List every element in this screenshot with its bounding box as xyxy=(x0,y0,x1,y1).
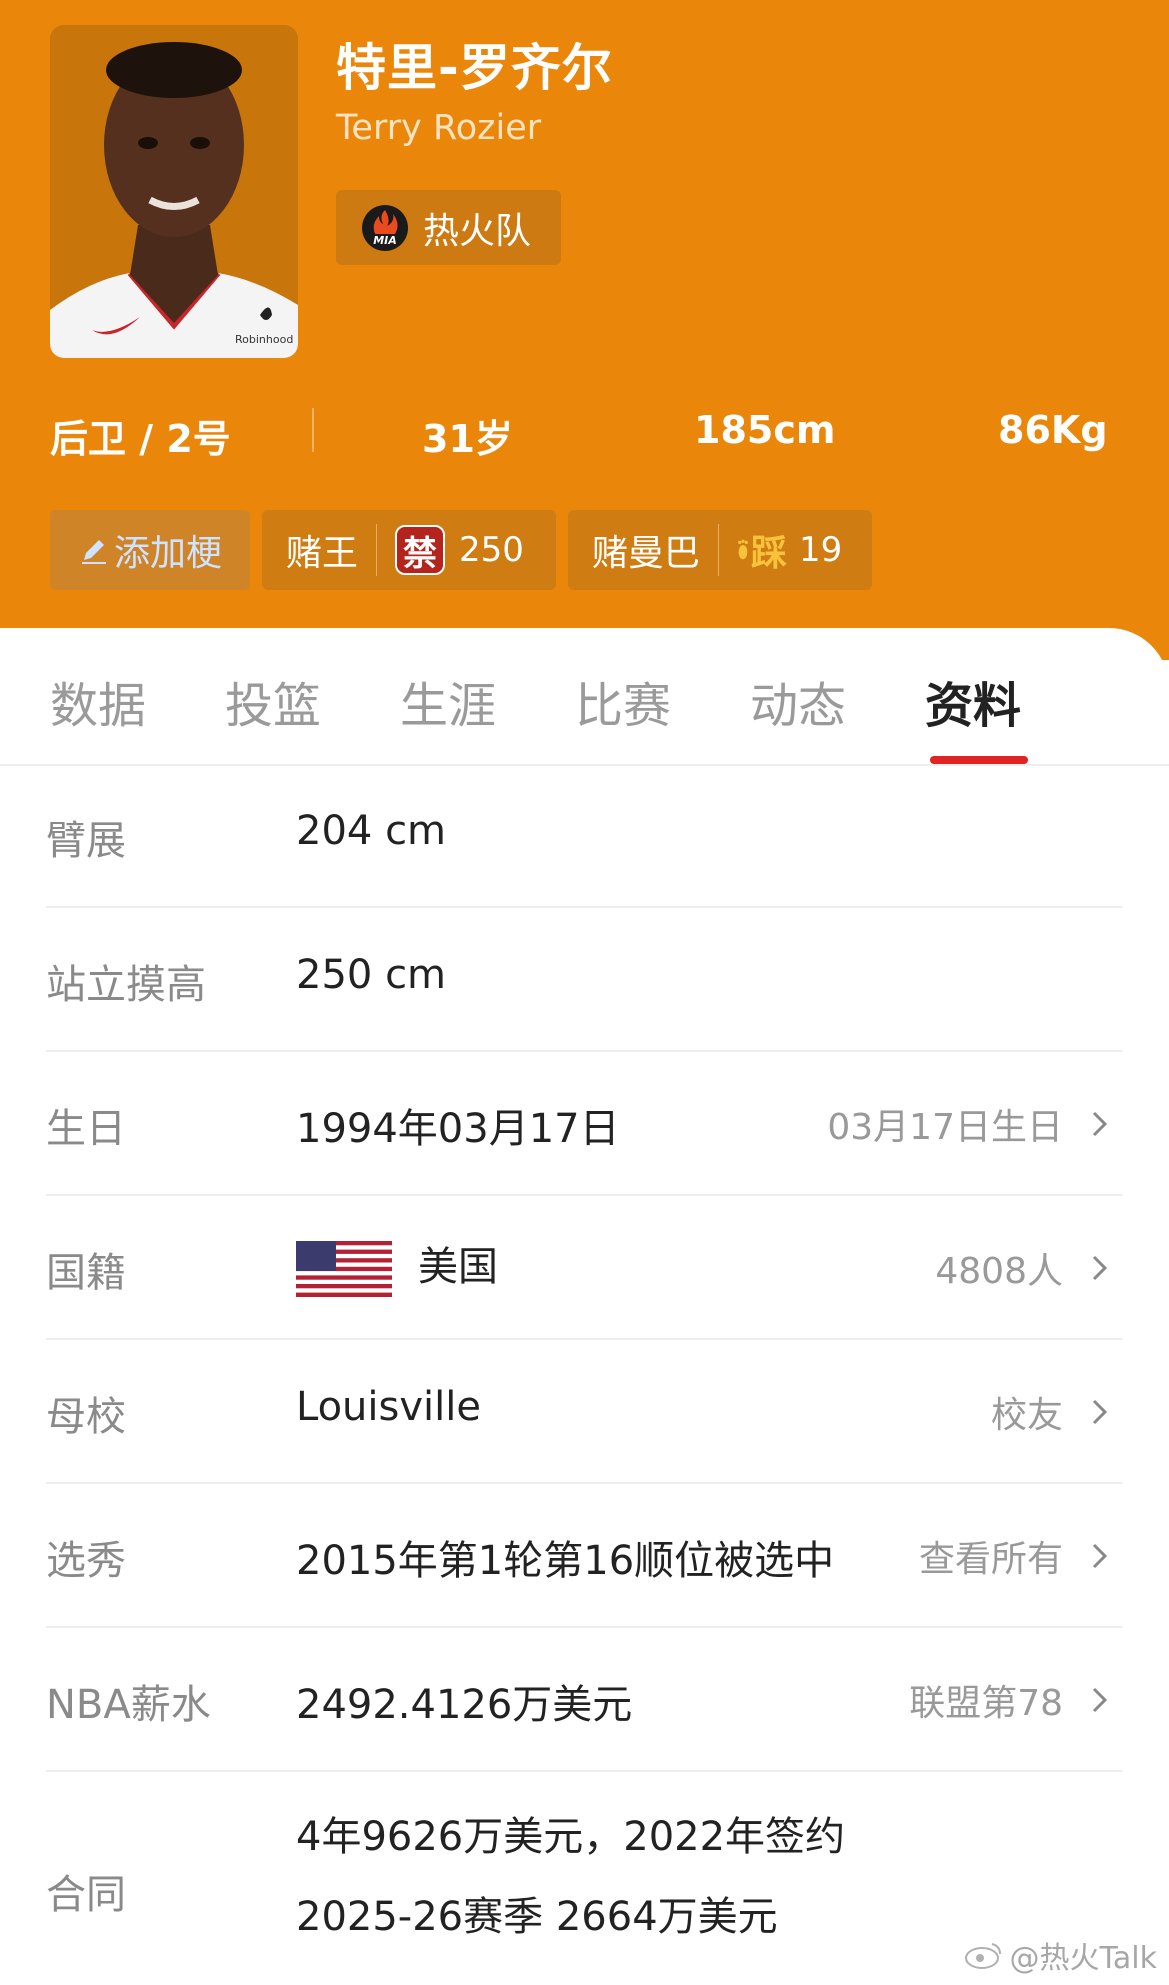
watermark: @热火Talk xyxy=(964,1933,1157,1977)
row-school[interactable]: 母校 Louisville 校友 xyxy=(46,1340,1123,1484)
player-stats-bar: 后卫 / 2号 31岁 185cm 86Kg xyxy=(0,400,1169,461)
birthday-link[interactable]: 03月17日生日 xyxy=(827,1098,1113,1150)
tab-bar: 数据 投篮 生涯 比赛 动态 资料 xyxy=(0,628,1169,766)
row-salary[interactable]: NBA薪水 2492.4126万美元 联盟第78 xyxy=(46,1628,1123,1772)
active-tab-indicator xyxy=(930,756,1028,764)
team-badge[interactable]: MIA 热火队 xyxy=(336,190,561,265)
row-value: 2015年第1轮第16顺位被选中 xyxy=(296,1538,835,1584)
stat-divider xyxy=(312,408,314,452)
ban-icon: 禁 xyxy=(395,525,446,575)
row-nationality[interactable]: 国籍 美国 4808人 xyxy=(46,1196,1123,1340)
add-tag-label: 添加梗 xyxy=(113,533,222,574)
player-photo: Robinhood xyxy=(50,25,298,358)
us-flag-icon xyxy=(296,1241,392,1297)
watermark-text: @热火Talk xyxy=(1009,1941,1157,1976)
row-label: 选秀 xyxy=(46,1538,126,1584)
stat-position: 后卫 / 2号 xyxy=(50,417,231,461)
birthday-link-text: 03月17日生日 xyxy=(827,1107,1063,1148)
row-label: NBA薪水 xyxy=(46,1682,211,1728)
row-value: 1994年03月17日 xyxy=(296,1106,620,1152)
school-link-text: 校友 xyxy=(990,1395,1063,1436)
contract-line-2: 2025-26赛季 2664万美元 xyxy=(296,1894,778,1940)
row-birthday[interactable]: 生日 1994年03月17日 03月17日生日 xyxy=(46,1052,1123,1196)
chevron-right-icon xyxy=(1092,1543,1108,1569)
tag-gambling-mamba-count: 19 xyxy=(799,530,843,570)
tag-separator xyxy=(718,524,720,576)
row-label: 生日 xyxy=(46,1106,126,1152)
draft-link-text: 查看所有 xyxy=(918,1539,1063,1580)
draft-link[interactable]: 查看所有 xyxy=(919,1530,1113,1582)
row-value: Louisville xyxy=(296,1384,481,1430)
chevron-right-icon xyxy=(1092,1255,1108,1281)
nationality-text: 美国 xyxy=(418,1244,498,1290)
tag-gambling-king-count: 250 xyxy=(459,530,524,570)
profile-panel: 数据 投篮 生涯 比赛 动态 资料 臂展 204 cm 站立摸高 250 cm … xyxy=(0,628,1169,1985)
pencil-icon xyxy=(81,540,106,564)
tag-gambling-king[interactable]: 赌王 禁 250 xyxy=(262,510,556,590)
row-label: 臂展 xyxy=(46,818,126,864)
tag-gambling-king-label: 赌王 xyxy=(286,533,359,574)
tab-shooting[interactable]: 投篮 xyxy=(225,666,321,736)
tab-games[interactable]: 比赛 xyxy=(575,666,671,736)
add-tag-button[interactable]: 添加梗 xyxy=(50,510,250,590)
footprint-icon: 踩 xyxy=(737,527,787,574)
tab-stats[interactable]: 数据 xyxy=(50,666,146,736)
tab-career[interactable]: 生涯 xyxy=(400,666,496,736)
tab-news[interactable]: 动态 xyxy=(750,666,846,736)
row-wingspan: 臂展 204 cm xyxy=(46,764,1123,908)
row-standing-reach: 站立摸高 250 cm xyxy=(46,908,1123,1052)
salary-link-text: 联盟第78 xyxy=(909,1683,1063,1724)
row-label: 国籍 xyxy=(46,1250,126,1296)
chevron-right-icon xyxy=(1092,1111,1108,1137)
stat-weight: 86Kg xyxy=(998,408,1108,452)
heat-logo-icon: MIA xyxy=(362,204,408,251)
row-value: 2492.4126万美元 xyxy=(296,1682,633,1728)
row-label: 站立摸高 xyxy=(46,962,206,1008)
player-header: Robinhood 特里-罗齐尔 Terry Rozier MIA 热火队 后卫… xyxy=(0,0,1169,660)
school-link[interactable]: 校友 xyxy=(991,1386,1113,1438)
contract-line-1: 4年9626万美元，2022年签约 xyxy=(296,1814,846,1860)
player-name-cn: 特里-罗齐尔 xyxy=(336,39,613,97)
tag-gambling-mamba-label: 赌曼巴 xyxy=(592,533,701,574)
tab-profile[interactable]: 资料 xyxy=(925,666,1021,736)
row-contract: 合同 4年9626万美元，2022年签约 2025-26赛季 2664万美元 xyxy=(46,1772,1123,1985)
row-value: 250 cm xyxy=(296,952,447,998)
row-value: 204 cm xyxy=(296,808,447,854)
jersey-sponsor-text: Robinhood xyxy=(235,333,293,346)
chevron-right-icon xyxy=(1092,1399,1108,1425)
stat-age: 31岁 xyxy=(422,417,513,461)
team-name: 热火队 xyxy=(423,210,532,252)
nationality-link[interactable]: 4808人 xyxy=(935,1242,1113,1294)
stat-height: 185cm xyxy=(694,408,836,452)
chevron-right-icon xyxy=(1092,1687,1108,1713)
nationality-link-text: 4808人 xyxy=(935,1251,1063,1292)
row-label: 合同 xyxy=(46,1872,126,1918)
row-label: 母校 xyxy=(46,1394,126,1440)
tag-gambling-mamba[interactable]: 赌曼巴 踩 19 xyxy=(568,510,872,590)
row-value: 美国 xyxy=(296,1234,498,1297)
tag-separator xyxy=(376,524,378,576)
salary-link[interactable]: 联盟第78 xyxy=(909,1674,1113,1726)
player-name-en: Terry Rozier xyxy=(336,108,542,148)
row-draft[interactable]: 选秀 2015年第1轮第16顺位被选中 查看所有 xyxy=(46,1484,1123,1628)
weibo-icon xyxy=(964,1943,1001,1969)
svg-text:MIA: MIA xyxy=(373,234,397,247)
